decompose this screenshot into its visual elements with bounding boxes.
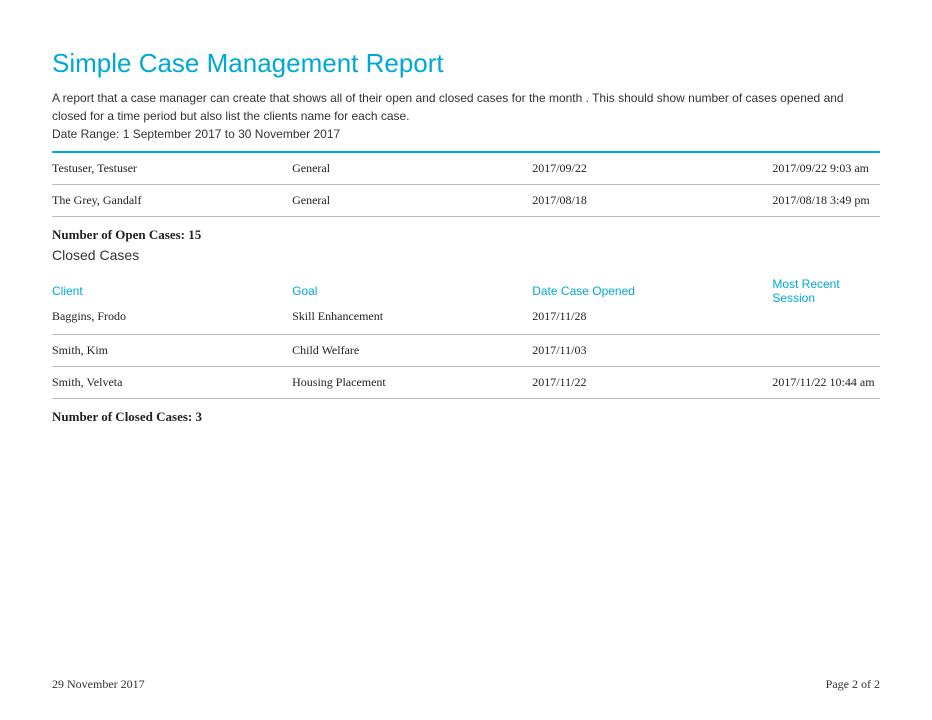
open-cases-table: Testuser, Testuser General 2017/09/22 20… (52, 153, 880, 217)
cell-opened: 2017/11/22 (532, 367, 772, 399)
cell-session: 2017/11/22 10:44 am (772, 367, 880, 399)
cell-goal: Skill Enhancement (292, 309, 532, 335)
header-goal: Goal (292, 273, 532, 309)
cell-client: Testuser, Testuser (52, 153, 292, 185)
closed-cases-table: Client Goal Date Case Opened Most Recent… (52, 273, 880, 399)
cell-goal: Housing Placement (292, 367, 532, 399)
cell-session (772, 335, 880, 367)
open-cases-summary: Number of Open Cases: 15 (52, 217, 880, 243)
footer-date: 29 November 2017 (52, 677, 145, 692)
header-client: Client (52, 273, 292, 309)
page-footer: 29 November 2017 Page 2 of 2 (52, 677, 880, 692)
report-description: A report that a case manager can create … (52, 89, 880, 125)
cell-session (772, 309, 880, 335)
table-row: Smith, Kim Child Welfare 2017/11/03 (52, 335, 880, 367)
table-row: The Grey, Gandalf General 2017/08/18 201… (52, 185, 880, 217)
cell-client: Smith, Kim (52, 335, 292, 367)
closed-cases-summary: Number of Closed Cases: 3 (52, 399, 880, 425)
cell-session: 2017/08/18 3:49 pm (772, 185, 880, 217)
cell-opened: 2017/11/28 (532, 309, 772, 335)
cell-opened: 2017/08/18 (532, 185, 772, 217)
header-session: Most Recent Session (772, 273, 880, 309)
closed-cases-heading: Closed Cases (52, 243, 880, 273)
report-title: Simple Case Management Report (52, 48, 880, 79)
cell-goal: General (292, 185, 532, 217)
cell-session: 2017/09/22 9:03 am (772, 153, 880, 185)
cell-opened: 2017/09/22 (532, 153, 772, 185)
table-header-row: Client Goal Date Case Opened Most Recent… (52, 273, 880, 309)
table-row: Baggins, Frodo Skill Enhancement 2017/11… (52, 309, 880, 335)
table-row: Testuser, Testuser General 2017/09/22 20… (52, 153, 880, 185)
cell-opened: 2017/11/03 (532, 335, 772, 367)
footer-page: Page 2 of 2 (826, 677, 880, 692)
table-row: Smith, Velveta Housing Placement 2017/11… (52, 367, 880, 399)
cell-client: Smith, Velveta (52, 367, 292, 399)
date-range: Date Range: 1 September 2017 to 30 Novem… (52, 127, 880, 141)
cell-client: The Grey, Gandalf (52, 185, 292, 217)
cell-goal: Child Welfare (292, 335, 532, 367)
cell-client: Baggins, Frodo (52, 309, 292, 335)
header-opened: Date Case Opened (532, 273, 772, 309)
cell-goal: General (292, 153, 532, 185)
